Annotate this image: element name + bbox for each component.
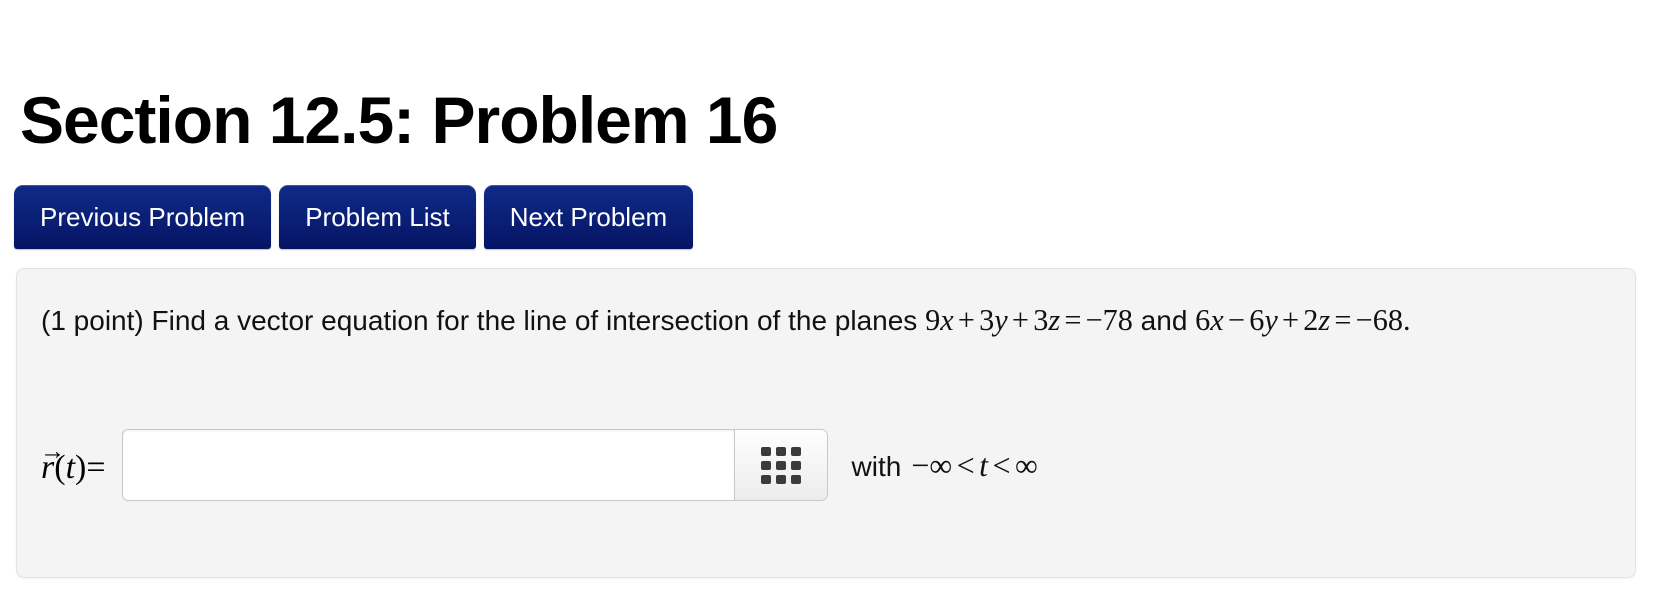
page-title: Section 12.5: Problem 16 bbox=[20, 83, 778, 158]
problem-page: Section 12.5: Problem 16 Previous Proble… bbox=[0, 0, 1660, 610]
plane1-coef-2: 3 bbox=[979, 303, 995, 337]
range-expression: −∞ < t < ∞ bbox=[911, 447, 1038, 484]
plane2-coef-2: 6 bbox=[1249, 303, 1265, 337]
plane2-equals: = bbox=[1334, 303, 1352, 337]
problem-statement: (1 point) Find a vector equation for the… bbox=[41, 297, 1611, 345]
points-label: (1 point) bbox=[41, 305, 144, 336]
answer-label-rt: → r(t)= bbox=[40, 439, 106, 486]
grid-cell bbox=[790, 446, 801, 456]
vector-arrow-icon: → bbox=[40, 437, 65, 465]
plane2-var-2: y bbox=[1264, 303, 1278, 337]
with-word: with bbox=[851, 450, 902, 482]
plane1-rhs: −78 bbox=[1085, 303, 1133, 337]
plane-equation-1: 9x +3y +3z = −78 bbox=[925, 303, 1133, 337]
t-variable: t bbox=[65, 449, 76, 486]
grid-cell bbox=[760, 460, 771, 470]
plane1-op-1: + bbox=[957, 303, 975, 337]
grid-cell bbox=[775, 474, 786, 484]
problem-panel: (1 point) Find a vector equation for the… bbox=[16, 268, 1636, 578]
plane2-op-1: − bbox=[1227, 303, 1245, 337]
vector-r-symbol: → r bbox=[40, 439, 65, 485]
answer-row: → r(t)= with −∞ < t < ∞ bbox=[40, 429, 1038, 501]
plane2-rhs: −68 bbox=[1355, 303, 1403, 337]
prompt-text: Find a vector equation for the line of i… bbox=[151, 305, 918, 336]
plane1-var-2: y bbox=[994, 303, 1008, 337]
plane2-var-1: x bbox=[1210, 303, 1224, 337]
grid-cell bbox=[790, 460, 801, 470]
previous-problem-button[interactable]: Previous Problem bbox=[14, 185, 272, 249]
parameter-range-text: with −∞ < t < ∞ bbox=[852, 447, 1038, 484]
plane1-op-2: + bbox=[1011, 303, 1029, 337]
equals-sign: = bbox=[86, 449, 106, 486]
range-variable-t: t bbox=[979, 446, 989, 483]
math-keyboard-button[interactable] bbox=[733, 429, 828, 501]
problem-navigation-bar: Previous Problem Problem List Next Probl… bbox=[14, 185, 694, 249]
plane1-coef-3: 3 bbox=[1033, 303, 1049, 337]
grid-cell bbox=[775, 446, 786, 456]
problem-list-button[interactable]: Problem List bbox=[279, 185, 476, 249]
paren-close: ) bbox=[75, 449, 87, 486]
plane1-equals: = bbox=[1064, 303, 1082, 337]
grid-cell bbox=[790, 474, 801, 484]
plane1-var-3: z bbox=[1048, 303, 1061, 337]
plane2-op-2: + bbox=[1281, 303, 1300, 337]
grid-3x3-icon bbox=[760, 446, 801, 484]
range-less-than-1: < bbox=[956, 446, 975, 483]
plane2-var-3: z bbox=[1318, 303, 1331, 337]
range-neg-infinity: −∞ bbox=[911, 446, 953, 483]
grid-cell bbox=[760, 446, 771, 456]
plane-equation-2: 6x −6y +2z = −68. bbox=[1195, 303, 1410, 337]
conjunction-and: and bbox=[1140, 305, 1188, 336]
plane2-coef-1: 6 bbox=[1195, 303, 1211, 337]
plane2-coef-3: 2 bbox=[1303, 303, 1319, 337]
plane1-var-1: x bbox=[940, 303, 954, 337]
next-problem-button[interactable]: Next Problem bbox=[483, 185, 694, 249]
plane2-period: . bbox=[1402, 303, 1411, 337]
plane1-coef-1: 9 bbox=[925, 303, 941, 337]
grid-cell bbox=[760, 474, 771, 484]
answer-input[interactable] bbox=[121, 429, 734, 501]
range-less-than-2: < bbox=[992, 446, 1011, 483]
grid-cell bbox=[775, 460, 786, 470]
range-pos-infinity: ∞ bbox=[1015, 446, 1038, 483]
